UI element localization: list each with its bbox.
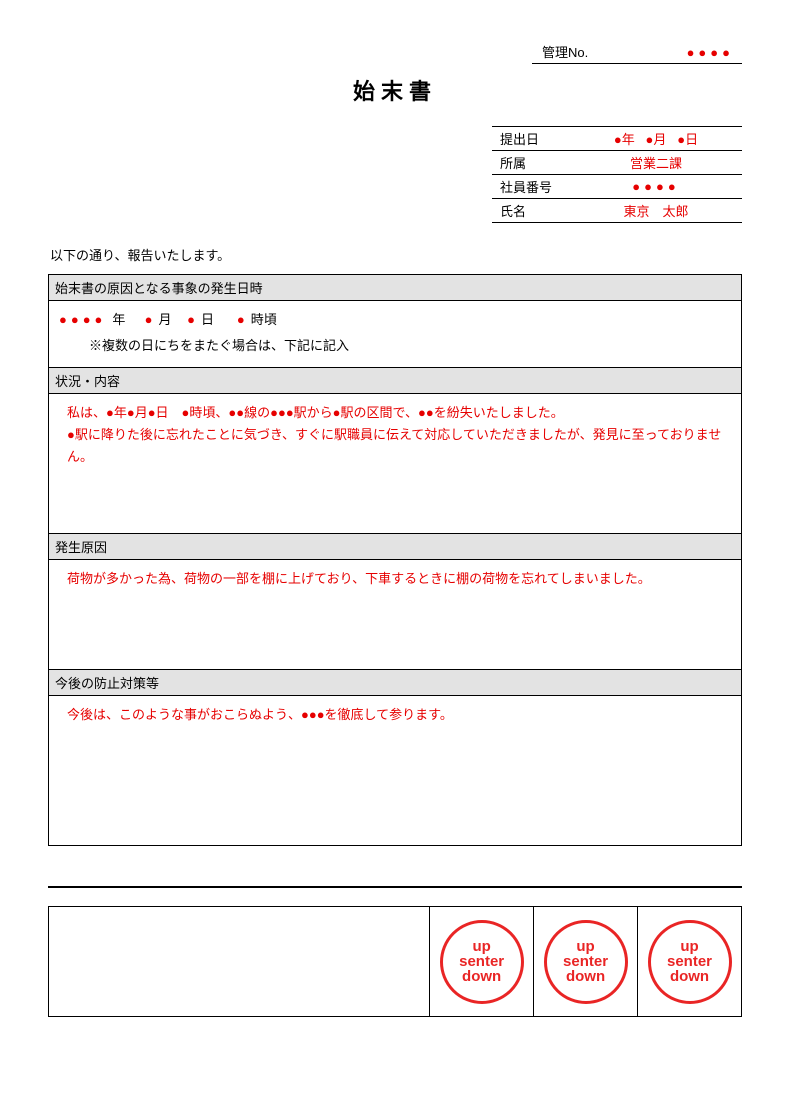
cause-line-1: 荷物が多かった為、荷物の一部を棚に上げており、下車するときに棚の荷物を忘れてしま…	[67, 568, 731, 590]
event-heading: 始末書の原因となる事象の発生日時	[49, 275, 741, 301]
event-hour-unit: 時頃	[251, 309, 277, 331]
stamp-icon: up senter down	[648, 920, 732, 1004]
stamp-icon: up senter down	[544, 920, 628, 1004]
stamp-table: up senter down up senter down up senter …	[48, 906, 742, 1017]
prevention-line-1: 今後は、このような事がおこらぬよう、●●●を徹底して参ります。	[67, 704, 731, 726]
event-year-unit: 年	[112, 309, 125, 331]
document-title: 始末書	[48, 74, 742, 106]
management-number-value[interactable]: ●●●●	[687, 45, 734, 60]
employee-number-value[interactable]: ●●●●	[570, 175, 742, 199]
event-month-unit: 月	[159, 309, 172, 331]
stamp-icon: up senter down	[440, 920, 524, 1004]
situation-body[interactable]: 私は、●年●月●日 ●時頃、●●線の●●●駅から●駅の区間で、●●を紛失いたしま…	[49, 394, 741, 534]
stamp-slot-1[interactable]: up senter down	[430, 907, 534, 1017]
management-number-label: 管理No.	[542, 42, 588, 61]
name-label: 氏名	[492, 199, 570, 223]
department-label: 所属	[492, 151, 570, 175]
situation-heading: 状況・内容	[49, 368, 741, 394]
management-number-row: 管理No. ●●●●	[48, 40, 742, 64]
stamp-slot-2[interactable]: up senter down	[534, 907, 638, 1017]
cause-body[interactable]: 荷物が多かった為、荷物の一部を棚に上げており、下車するときに棚の荷物を忘れてしま…	[49, 560, 741, 670]
prevention-heading: 今後の防止対策等	[49, 670, 741, 696]
main-sections: 始末書の原因となる事象の発生日時 ●●●● 年 ● 月 ● 日 ● 時頃 ※複数…	[48, 274, 742, 846]
intro-text: 以下の通り、報告いたします。	[50, 245, 742, 264]
cause-heading: 発生原因	[49, 534, 741, 560]
stamp-slot-3[interactable]: up senter down	[638, 907, 742, 1017]
event-day-value[interactable]: ●	[187, 309, 195, 331]
event-body[interactable]: ●●●● 年 ● 月 ● 日 ● 時頃 ※複数の日にちをまたぐ場合は、下記に記入	[49, 301, 741, 368]
event-year-value[interactable]: ●●●●	[59, 309, 106, 331]
situation-line-1: 私は、●年●月●日 ●時頃、●●線の●●●駅から●駅の区間で、●●を紛失いたしま…	[67, 402, 731, 424]
department-value[interactable]: 営業二課	[570, 151, 742, 175]
stamp-spacer	[49, 907, 430, 1017]
event-month-value[interactable]: ●	[145, 309, 153, 331]
employee-number-label: 社員番号	[492, 175, 570, 199]
header-info: 提出日 ●年 ●月 ●日 所属 営業二課 社員番号 ●●●● 氏名 東京 太郎	[48, 126, 742, 223]
event-hour-value[interactable]: ●	[237, 309, 245, 331]
event-day-unit: 日	[201, 309, 214, 331]
prevention-body[interactable]: 今後は、このような事がおこらぬよう、●●●を徹底して参ります。	[49, 696, 741, 846]
name-value[interactable]: 東京 太郎	[570, 199, 742, 223]
submission-date-value[interactable]: ●年 ●月 ●日	[570, 127, 742, 151]
event-note: ※複数の日にちをまたぐ場合は、下記に記入	[89, 335, 731, 357]
section-divider	[48, 886, 742, 888]
situation-line-2: ●駅に降りた後に忘れたことに気づき、すぐに駅職員に伝えて対応していただきましたが…	[67, 424, 731, 468]
submission-date-label: 提出日	[492, 127, 570, 151]
